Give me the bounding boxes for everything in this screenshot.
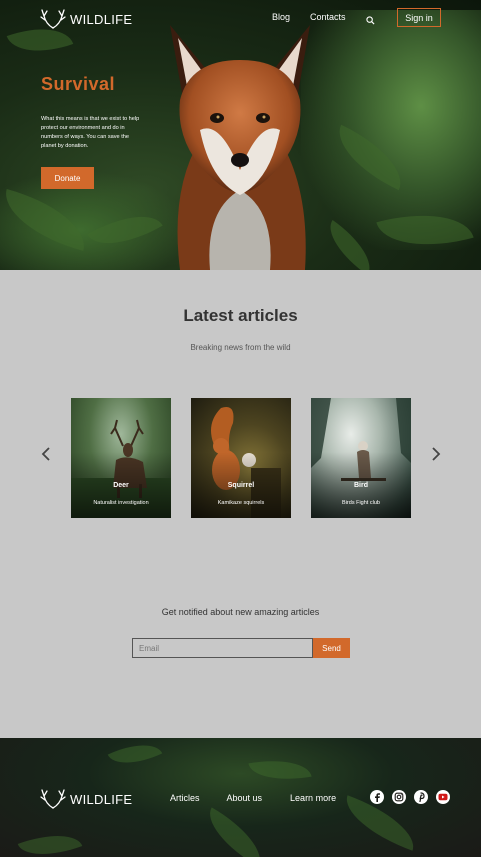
email-field[interactable] [132,638,313,658]
footer-articles-link[interactable]: Articles [170,793,200,803]
article-card-bird[interactable]: Bird Birds Fight club [311,398,411,518]
leaf [17,823,83,857]
card-title: Squirrel [227,482,255,489]
youtube-icon[interactable] [436,790,450,804]
newsletter-heading: Get notified about new amazing articles [161,607,320,617]
pinterest-icon[interactable] [414,790,428,804]
leaf [107,738,163,775]
card-subtitle: Naturalist investigation [93,500,149,506]
footer-about-link[interactable]: About us [227,793,263,803]
brand-logo[interactable]: WILDLIFE [40,8,132,30]
articles-title: Latest articles [183,306,298,325]
social-links [370,790,450,804]
nav-blog-link[interactable]: Blog [272,12,290,22]
sign-in-button[interactable]: Sign in [397,8,441,27]
hero-description: What this means is that we exist to help… [41,116,140,149]
main-nav: Blog Contacts [272,12,346,22]
footer-brand-name: WILDLIFE [70,791,133,807]
footer-learn-more-link[interactable]: Learn more [290,793,336,803]
card-title: Deer [113,482,129,489]
footer-nav: Articles About us Learn more [170,793,336,803]
card-subtitle: Birds Fight club [342,500,380,506]
card-title: Bird [354,482,368,489]
chevron-left-icon[interactable] [38,446,54,462]
leaf [197,807,273,857]
instagram-icon[interactable] [392,790,406,804]
send-button[interactable]: Send [313,638,350,658]
chevron-right-icon[interactable] [428,446,444,462]
articles-subtitle: Breaking news from the wild [190,343,291,352]
foliage-right [301,10,481,250]
hero-title: Survival [41,74,116,94]
hero-section: WILDLIFE Blog Contacts Sign in Survival … [0,0,481,270]
donate-button[interactable]: Donate [41,167,94,189]
brand-name: WILDLIFE [70,11,133,27]
footer: WILDLIFE Articles About us Learn more [0,738,481,857]
fox-image [170,25,310,270]
article-card-squirrel[interactable]: Squirrel Kamikaze squirrels [191,398,291,518]
footer-brand-logo[interactable]: WILDLIFE [40,788,132,810]
card-subtitle: Kamikaze squirrels [217,500,265,506]
antlers-icon [40,9,66,29]
facebook-icon[interactable] [370,790,384,804]
nav-contacts-link[interactable]: Contacts [310,12,346,22]
articles-section: Latest articles Breaking news from the w… [0,270,481,738]
search-icon[interactable] [366,12,375,30]
article-card-deer[interactable]: Deer Naturalist investigation [71,398,171,518]
leaf [248,752,312,788]
antlers-icon [40,789,66,809]
